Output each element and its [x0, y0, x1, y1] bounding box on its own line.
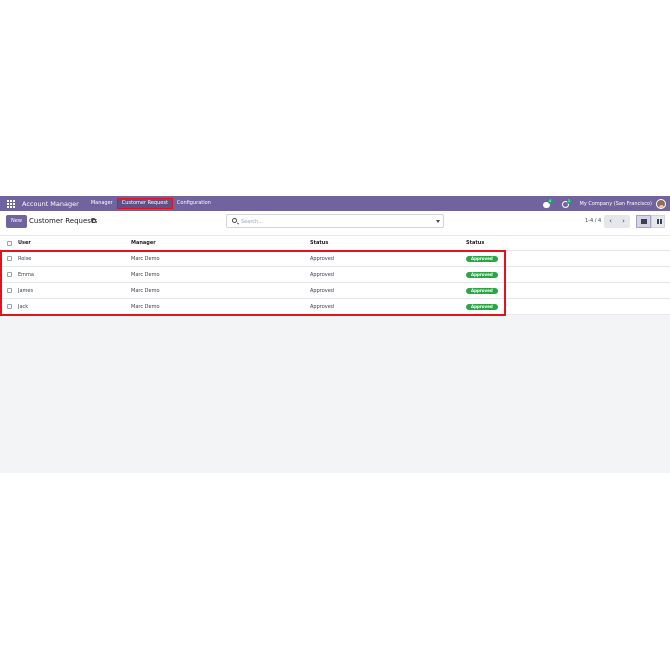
- status-badge: Approved: [466, 255, 498, 262]
- cell-status: Approved: [310, 271, 334, 278]
- menu-item-customer-request[interactable]: Customer Request: [116, 198, 173, 209]
- table-row[interactable]: Emma Marc Demo Approved Approved: [0, 267, 670, 283]
- search-input[interactable]: [241, 217, 421, 226]
- cell-manager: Marc Demo: [131, 303, 160, 310]
- cell-manager: Marc Demo: [131, 271, 160, 278]
- chat-count-badge: 4: [547, 198, 553, 204]
- status-badge: Approved: [466, 271, 498, 278]
- cell-user: Roise: [18, 255, 32, 262]
- menu-item-manager[interactable]: Manager: [87, 198, 117, 209]
- cell-status: Approved: [310, 303, 334, 310]
- activity-button[interactable]: 1: [561, 198, 572, 209]
- cell-status-badge-wrap: Approved: [466, 267, 498, 282]
- cell-status-badge-wrap: Approved: [466, 299, 498, 314]
- apps-grid-icon[interactable]: [7, 199, 17, 209]
- gear-icon[interactable]: [91, 218, 96, 223]
- control-panel: New Customer Requests 1-4 / 4 ‹ ›: [0, 211, 670, 236]
- kanban-view-button[interactable]: [650, 215, 665, 228]
- table-row[interactable]: Jack Marc Demo Approved Approved: [0, 299, 670, 315]
- messaging-button[interactable]: 4: [542, 198, 553, 209]
- search-bar: [226, 214, 444, 228]
- user-avatar[interactable]: [656, 198, 666, 209]
- status-badge: Approved: [466, 303, 498, 310]
- pager-next-button[interactable]: ›: [617, 215, 630, 228]
- table-header: User Manager Status Status: [0, 236, 670, 251]
- list-table: User Manager Status Status Roise Marc De…: [0, 236, 670, 315]
- kanban-icon: [656, 219, 662, 224]
- cell-manager: Marc Demo: [131, 287, 160, 294]
- column-header-manager[interactable]: Manager: [131, 236, 156, 250]
- main-menu: Manager Customer Request Configuration: [87, 196, 215, 211]
- pager-value[interactable]: 1-4 / 4: [585, 218, 601, 224]
- search-icon[interactable]: [232, 218, 237, 223]
- top-navbar: Account Manager Manager Customer Request…: [0, 196, 670, 211]
- app-name[interactable]: Account Manager: [22, 200, 79, 208]
- navbar-right: 4 1 My Company (San Francisco): [542, 196, 666, 211]
- row-checkbox[interactable]: [7, 272, 12, 277]
- row-checkbox[interactable]: [7, 288, 12, 293]
- cell-status: Approved: [310, 255, 334, 262]
- row-checkbox[interactable]: [7, 304, 12, 309]
- column-header-status[interactable]: Status: [310, 236, 328, 250]
- table-row[interactable]: Roise Marc Demo Approved Approved: [0, 251, 670, 267]
- select-all-checkbox[interactable]: [7, 241, 12, 246]
- status-badge: Approved: [466, 287, 498, 294]
- list-view-button[interactable]: [636, 215, 651, 228]
- app-window: Account Manager Manager Customer Request…: [0, 196, 670, 473]
- new-button[interactable]: New: [6, 215, 27, 228]
- cell-user: James: [18, 287, 34, 294]
- table-row[interactable]: James Marc Demo Approved Approved: [0, 283, 670, 299]
- list-icon: [641, 219, 647, 224]
- company-switcher[interactable]: My Company (San Francisco): [580, 201, 653, 207]
- caret-down-icon[interactable]: [436, 220, 440, 223]
- cell-user: Jack: [18, 303, 29, 310]
- cell-status-badge-wrap: Approved: [466, 283, 498, 298]
- pager-previous-button[interactable]: ‹: [604, 215, 617, 228]
- cell-status-badge-wrap: Approved: [466, 251, 498, 266]
- column-header-user[interactable]: User: [18, 236, 31, 250]
- cell-status: Approved: [310, 287, 334, 294]
- menu-item-configuration[interactable]: Configuration: [173, 198, 215, 209]
- view-switcher: [636, 215, 665, 228]
- cell-user: Emma: [18, 271, 34, 278]
- pager-buttons: ‹ ›: [604, 215, 630, 228]
- column-header-status-badge[interactable]: Status: [466, 236, 484, 250]
- row-checkbox[interactable]: [7, 256, 12, 261]
- activity-count-badge: 1: [566, 198, 572, 204]
- page-title: Customer Requests: [29, 217, 98, 225]
- cell-manager: Marc Demo: [131, 255, 160, 262]
